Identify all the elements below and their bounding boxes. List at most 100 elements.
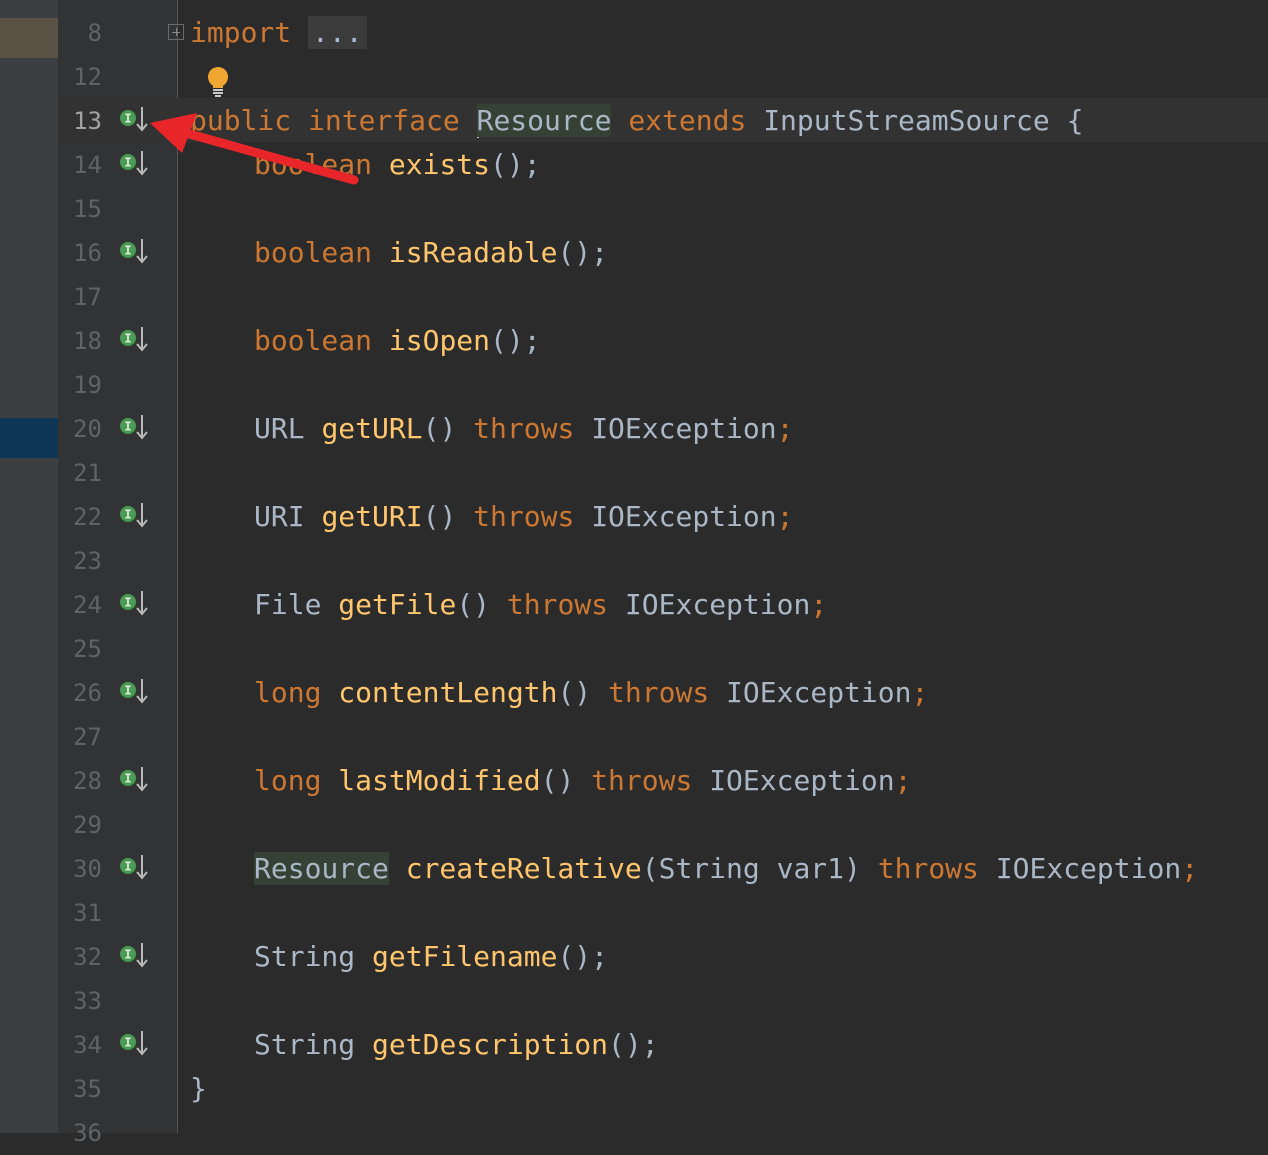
type-ref[interactable]: URL [254,412,305,445]
method-name[interactable]: getFile [338,588,456,621]
implemented-method-icon[interactable]: I [118,324,150,356]
implemented-method-icon[interactable]: I [118,588,150,620]
code-line-24[interactable]: File getFile() throws IOException; [254,583,827,627]
svg-text:I: I [124,156,131,170]
line-number[interactable]: 18 [58,319,102,363]
keyword: long [254,676,322,709]
line-number[interactable]: 34 [58,1023,102,1067]
punctuation: ; [1181,852,1199,885]
type-ref[interactable]: URI [254,500,305,533]
code-line-34[interactable]: String getDescription(); [254,1023,659,1067]
type-ref[interactable]: InputStreamSource [763,104,1050,137]
method-name[interactable]: getURL [321,412,422,445]
code-line-30[interactable]: Resource createRelative(String var1) thr… [254,847,1198,891]
method-name[interactable]: exists [389,148,490,181]
keyword: import [190,16,292,49]
implemented-method-icon[interactable]: I [118,500,150,532]
code-line-28[interactable]: long lastModified() throws IOException; [254,759,911,803]
line-number[interactable]: 27 [58,715,102,759]
gutter-separator [177,0,178,1133]
punctuation: () [422,412,457,445]
lightbulb-intention-icon[interactable] [200,64,236,100]
code-line-32[interactable]: String getFilename(); [254,935,608,979]
line-number[interactable]: 35 [58,1067,102,1111]
line-number[interactable]: 12 [58,55,102,99]
fold-expand-icon[interactable] [168,24,184,40]
method-name[interactable]: createRelative [406,852,642,885]
method-name[interactable]: lastModified [338,764,540,797]
type-ref[interactable]: String [254,940,355,973]
type-ref[interactable]: File [254,588,321,621]
folded-imports[interactable]: ... [308,16,367,49]
code-line-18[interactable]: boolean isOpen(); [254,319,541,363]
keyword: interface [308,104,460,137]
type-ref-highlighted[interactable]: Resource [254,852,389,885]
punctuation: ; [911,676,929,709]
type-ref[interactable]: IOException [709,764,894,797]
type-ref[interactable]: IOException [625,588,810,621]
line-number[interactable]: 28 [58,759,102,803]
type-ref[interactable]: IOException [591,500,776,533]
svg-text:I: I [124,596,131,610]
implemented-method-icon[interactable]: I [118,764,150,796]
line-number-current[interactable]: 13 [58,99,102,143]
line-number[interactable]: 20 [58,407,102,451]
method-name[interactable]: contentLength [338,676,557,709]
scroll-marker-selection[interactable] [0,418,58,458]
type-ref[interactable]: IOException [996,852,1181,885]
punctuation: () [540,764,575,797]
svg-text:I: I [124,332,131,346]
keyword: boolean [254,236,373,269]
svg-text:I: I [124,420,131,434]
implemented-method-icon[interactable]: I [118,852,150,884]
line-number[interactable]: 8 [58,11,102,55]
keyword: throws [591,764,693,797]
line-number[interactable]: 22 [58,495,102,539]
line-number[interactable]: 25 [58,627,102,671]
code-line-26[interactable]: long contentLength() throws IOException; [254,671,928,715]
method-name[interactable]: isOpen [389,324,490,357]
line-number[interactable]: 15 [58,187,102,231]
code-line-8[interactable]: import ... [190,11,367,55]
type-ref[interactable]: IOException [591,412,776,445]
code-line-14[interactable]: boolean exists(); [254,143,541,187]
line-number[interactable]: 24 [58,583,102,627]
line-number[interactable]: 29 [58,803,102,847]
left-tool-strip [0,0,58,1133]
implemented-method-icon[interactable]: I [118,412,150,444]
implemented-method-icon[interactable]: I [118,676,150,708]
implemented-method-icon[interactable]: I [118,1028,150,1060]
line-number[interactable]: 30 [58,847,102,891]
code-line-22[interactable]: URI getURI() throws IOException; [254,495,793,539]
line-number[interactable]: 23 [58,539,102,583]
method-name[interactable]: isReadable [389,236,558,269]
code-line-35[interactable]: } [190,1067,207,1111]
type-ref[interactable]: IOException [726,676,911,709]
line-number[interactable]: 33 [58,979,102,1023]
implemented-method-icon[interactable]: I [118,104,150,136]
method-name[interactable]: getDescription [372,1028,608,1061]
implemented-method-icon[interactable]: I [118,940,150,972]
implemented-method-icon[interactable]: I [118,148,150,180]
method-name[interactable]: getFilename [372,940,557,973]
line-number[interactable]: 21 [58,451,102,495]
svg-text:I: I [124,948,131,962]
interface-name[interactable]: Resource [476,104,612,137]
line-number[interactable]: 26 [58,671,102,715]
line-number[interactable]: 14 [58,143,102,187]
line-number[interactable]: 17 [58,275,102,319]
implemented-method-icon[interactable]: I [118,236,150,268]
keyword: throws [608,676,710,709]
line-number[interactable]: 36 [58,1111,102,1155]
line-number[interactable]: 19 [58,363,102,407]
punctuation: () [557,676,592,709]
method-name[interactable]: getURI [321,500,422,533]
scroll-marker-bookmark[interactable] [0,18,58,58]
type-ref[interactable]: String [254,1028,355,1061]
code-line-16[interactable]: boolean isReadable(); [254,231,608,275]
line-number[interactable]: 16 [58,231,102,275]
code-line-13[interactable]: public interface Resource extends InputS… [190,99,1083,143]
code-line-20[interactable]: URL getURL() throws IOException; [254,407,793,451]
line-number[interactable]: 32 [58,935,102,979]
line-number[interactable]: 31 [58,891,102,935]
